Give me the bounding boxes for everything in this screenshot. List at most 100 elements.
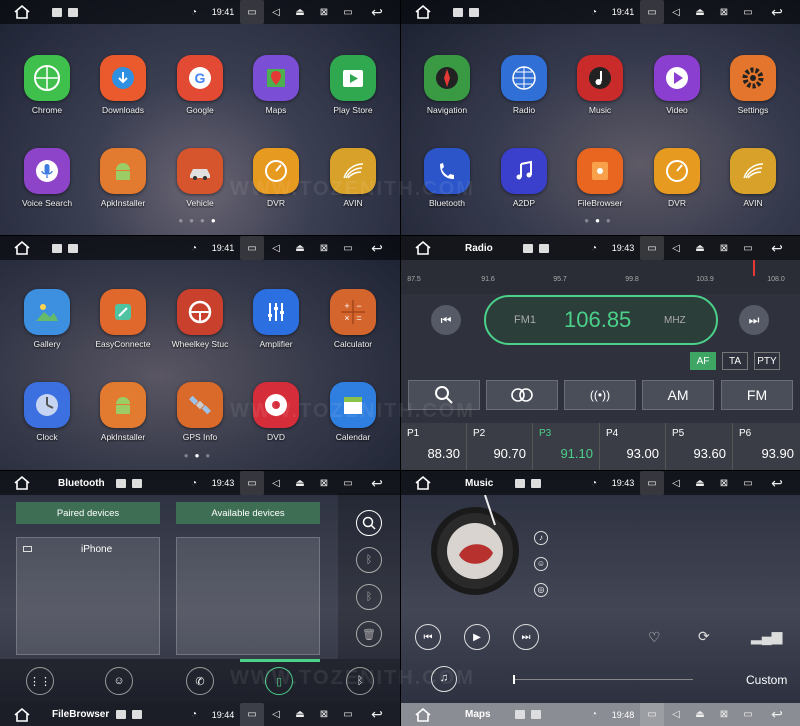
close-icon[interactable]: ⊠ <box>712 703 736 726</box>
screenshot-icon[interactable]: ▭ <box>640 236 664 260</box>
home-icon[interactable] <box>12 473 32 493</box>
screenshot-icon[interactable]: ▭ <box>240 236 264 260</box>
home-icon[interactable] <box>413 2 433 22</box>
screenshot-icon[interactable]: ▭ <box>640 471 664 495</box>
volume-icon[interactable]: ◁ <box>664 236 688 260</box>
eject-icon[interactable]: ⏏ <box>288 0 312 24</box>
close-icon[interactable]: ⊠ <box>712 0 736 24</box>
volume-icon[interactable]: ◁ <box>664 0 688 24</box>
close-icon[interactable]: ⊠ <box>312 471 336 495</box>
am-button[interactable]: AM <box>642 380 714 410</box>
app-google[interactable]: G Google <box>162 55 238 115</box>
app-video[interactable]: Video <box>639 55 715 115</box>
broadcast-button[interactable]: ((•)) <box>564 380 636 410</box>
eject-icon[interactable]: ⏏ <box>288 236 312 260</box>
next-track-button[interactable]: ⏭ <box>513 624 539 650</box>
equalizer-icon[interactable]: ▂▄▆ <box>751 628 782 645</box>
screenshot-icon[interactable]: ▭ <box>240 0 264 24</box>
volume-icon[interactable]: ◁ <box>664 703 688 726</box>
eject-icon[interactable]: ⏏ <box>288 703 312 726</box>
back-icon[interactable]: ↩ <box>360 236 394 260</box>
prev-station-button[interactable]: ⏮ <box>431 305 461 335</box>
close-icon[interactable]: ⊠ <box>712 471 736 495</box>
app-calculator[interactable]: + − × = Calculator <box>315 289 391 349</box>
play-button[interactable]: ▶ <box>464 624 490 650</box>
progress-handle[interactable] <box>513 675 515 684</box>
artist-icon[interactable]: ☺ <box>534 557 548 571</box>
app-filebrowser[interactable]: FileBrowser <box>562 148 638 208</box>
back-icon[interactable]: ↩ <box>360 0 394 24</box>
back-icon[interactable]: ↩ <box>360 471 394 495</box>
app-settings[interactable]: Settings <box>715 55 791 115</box>
screenshot-icon[interactable]: ▭ <box>640 703 664 726</box>
app-voice-search[interactable]: Voice Search <box>9 148 85 208</box>
preset-p5[interactable]: P5 93.60 <box>666 423 733 470</box>
frequency-marker[interactable] <box>753 260 755 276</box>
app-downloads[interactable]: Downloads <box>85 55 161 115</box>
app-music[interactable]: Music <box>562 55 638 115</box>
app-maps[interactable]: Maps <box>238 55 314 115</box>
bluetooth-connect-button[interactable]: ᛒ <box>356 547 382 573</box>
app-dvr[interactable]: DVR <box>639 148 715 208</box>
song-info-icon[interactable]: ♪ <box>534 531 548 545</box>
app-apkinstaller[interactable]: ApkInstaller <box>85 148 161 208</box>
app-amplifier[interactable]: Amplifier <box>238 289 314 349</box>
window-icon[interactable]: ▭ <box>736 471 760 495</box>
app-a2dp[interactable]: A2DP <box>486 148 562 208</box>
app-navigation[interactable]: Navigation <box>409 55 485 115</box>
back-icon[interactable]: ↩ <box>760 703 794 726</box>
window-icon[interactable]: ▭ <box>336 236 360 260</box>
home-icon[interactable] <box>413 705 433 725</box>
preset-p2[interactable]: P2 90.70 <box>467 423 533 470</box>
volume-icon[interactable]: ◁ <box>264 471 288 495</box>
eject-icon[interactable]: ⏏ <box>688 471 712 495</box>
screenshot-icon[interactable]: ▭ <box>240 471 264 495</box>
repeat-icon[interactable]: ⟳ <box>698 628 710 645</box>
back-icon[interactable]: ↩ <box>360 703 394 726</box>
pty-toggle[interactable]: PTY <box>754 352 780 370</box>
stereo-button[interactable] <box>486 380 558 410</box>
preset-p4[interactable]: P4 93.00 <box>600 423 666 470</box>
back-icon[interactable]: ↩ <box>760 471 794 495</box>
bluetooth-disconnect-button[interactable]: ᛒ <box>356 584 382 610</box>
eject-icon[interactable]: ⏏ <box>688 703 712 726</box>
window-icon[interactable]: ▭ <box>336 0 360 24</box>
window-icon[interactable]: ▭ <box>336 703 360 726</box>
search-button[interactable] <box>356 510 382 536</box>
fm-button[interactable]: FM <box>721 380 793 410</box>
volume-icon[interactable]: ◁ <box>264 236 288 260</box>
back-icon[interactable]: ↩ <box>760 236 794 260</box>
album-icon[interactable]: ◎ <box>534 583 548 597</box>
eq-mode-label[interactable]: Custom <box>746 673 787 687</box>
close-icon[interactable]: ⊠ <box>312 0 336 24</box>
app-clock[interactable]: Clock <box>9 382 85 442</box>
progress-bar[interactable] <box>513 675 693 684</box>
preset-p1[interactable]: P1 88.30 <box>401 423 467 470</box>
window-icon[interactable]: ▭ <box>736 703 760 726</box>
next-station-button[interactable]: ⏭ <box>739 305 769 335</box>
app-gps-info[interactable]: GPS Info <box>162 382 238 442</box>
call-log-button[interactable]: ✆ <box>186 667 214 695</box>
app-easyconnect[interactable]: EasyConnecte <box>85 289 161 349</box>
close-icon[interactable]: ⊠ <box>312 703 336 726</box>
app-wheelkey-study[interactable]: Wheelkey Stuc <box>162 289 238 349</box>
frequency-scale[interactable]: 87.5 91.6 95.7 99.8 103.9 108.0 <box>401 260 800 294</box>
preset-p3[interactable]: P3 91.10 <box>533 423 600 470</box>
preset-p6[interactable]: P6 93.90 <box>733 423 800 470</box>
home-icon[interactable] <box>12 238 32 258</box>
list-item[interactable]: iPhone <box>17 542 159 560</box>
back-icon[interactable]: ↩ <box>760 0 794 24</box>
window-icon[interactable]: ▭ <box>736 236 760 260</box>
home-icon[interactable] <box>413 238 433 258</box>
volume-icon[interactable]: ◁ <box>264 703 288 726</box>
eject-icon[interactable]: ⏏ <box>288 471 312 495</box>
app-avin[interactable]: AVIN <box>715 148 791 208</box>
screenshot-icon[interactable]: ▭ <box>240 703 264 726</box>
app-gallery[interactable]: Gallery <box>9 289 85 349</box>
app-vehicle[interactable]: Vehicle <box>162 148 238 208</box>
screenshot-icon[interactable]: ▭ <box>640 0 664 24</box>
volume-icon[interactable]: ◁ <box>664 471 688 495</box>
ta-toggle[interactable]: TA <box>722 352 748 370</box>
window-icon[interactable]: ▭ <box>736 0 760 24</box>
dialpad-button[interactable]: ⋮⋮ <box>26 667 54 695</box>
